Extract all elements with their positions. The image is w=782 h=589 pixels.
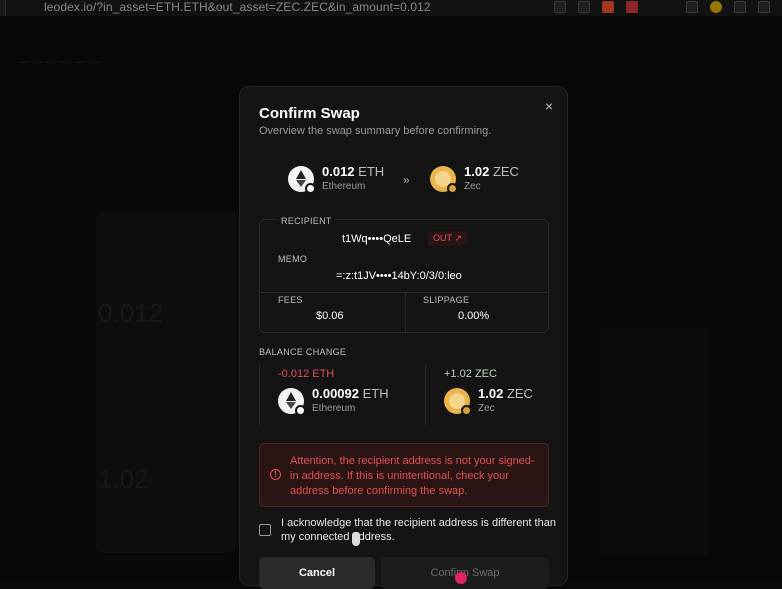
recipient-label: RECIPIENT: [278, 216, 335, 226]
to-network: Zec: [464, 181, 519, 192]
zec-chain-badge-icon: [461, 405, 472, 416]
to-asset: 1.02 ZEC Zec: [430, 165, 519, 192]
modal-subtitle: Overview the swap summary before confirm…: [259, 125, 491, 137]
memo-label: MEMO: [278, 254, 307, 264]
to-amount: 1.02 ZEC: [464, 165, 519, 179]
acknowledge-label[interactable]: I acknowledge that the recipient address…: [281, 516, 556, 544]
slippage-value: 0.00%: [458, 310, 489, 322]
zec-chain-badge-icon: [447, 183, 458, 194]
recipient-value[interactable]: t1Wq••••QeLE: [342, 233, 411, 245]
details-divider-vertical: [405, 292, 406, 334]
warning-icon: [270, 469, 281, 480]
acknowledge-checkbox[interactable]: [259, 524, 271, 536]
swap-summary: 0.012 ETH Ethereum » 1.02 ZEC Zec: [288, 165, 528, 197]
zec-balance-amount: 1.02 ZEC: [478, 387, 533, 401]
fees-value: $0.06: [316, 310, 344, 322]
balance-change-eth: -0.012 ETH 0.00092 ETH Ethereum: [259, 365, 404, 425]
warning-text: Attention, the recipient address is not …: [290, 454, 542, 499]
recording-indicator-icon: [455, 572, 467, 584]
double-chevron-right-icon: »: [403, 173, 410, 187]
zec-icon: [430, 166, 456, 192]
eth-balance-amount: 0.00092 ETH: [312, 387, 389, 401]
mouse-cursor-icon: [352, 532, 360, 546]
from-network: Ethereum: [322, 181, 384, 192]
zec-balance-network: Zec: [478, 403, 533, 414]
eth-icon: [288, 166, 314, 192]
eth-delta: -0.012 ETH: [278, 368, 334, 380]
eth-icon: [278, 388, 304, 414]
eth-balance-network: Ethereum: [312, 403, 389, 414]
eth-chain-badge-icon: [295, 405, 306, 416]
address-warning: Attention, the recipient address is not …: [259, 443, 549, 507]
out-link-badge[interactable]: OUT ↗: [428, 231, 467, 246]
modal-title: Confirm Swap: [259, 105, 360, 122]
zec-balance: 1.02 ZEC Zec: [444, 387, 533, 414]
from-asset: 0.012 ETH Ethereum: [288, 165, 384, 192]
balance-change-label: BALANCE CHANGE: [259, 347, 346, 357]
eth-balance: 0.00092 ETH Ethereum: [278, 387, 389, 414]
eth-chain-badge-icon: [305, 183, 316, 194]
slippage-label: SLIPPAGE: [423, 295, 469, 305]
fees-label: FEES: [278, 295, 303, 305]
memo-value[interactable]: =:z:t1JV••••14bY:0/3/0:leo: [336, 270, 462, 282]
confirm-swap-modal: Confirm Swap Overview the swap summary b…: [239, 86, 568, 586]
swap-details: RECIPIENT t1Wq••••QeLE OUT ↗ MEMO =:z:t1…: [259, 219, 549, 333]
zec-icon: [444, 388, 470, 414]
cancel-button[interactable]: Cancel: [259, 557, 375, 589]
balance-change-zec: +1.02 ZEC 1.02 ZEC Zec: [425, 365, 550, 425]
from-amount: 0.012 ETH: [322, 165, 384, 179]
zec-delta: +1.02 ZEC: [444, 368, 497, 380]
close-icon[interactable]: ×: [545, 98, 553, 114]
